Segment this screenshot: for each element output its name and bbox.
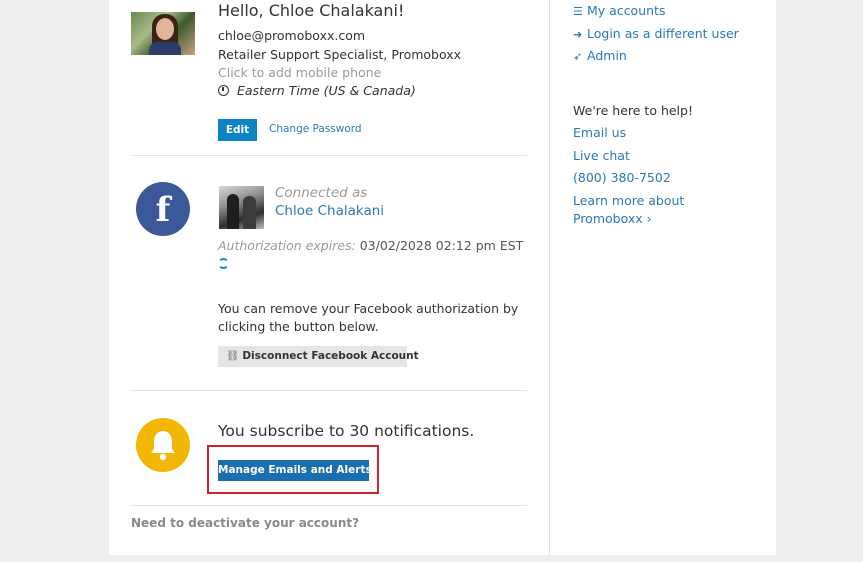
refresh-icon[interactable] bbox=[218, 258, 229, 269]
job-title: Retailer Support Specialist, Promoboxx bbox=[218, 47, 462, 62]
connected-as-label: Connected as bbox=[275, 185, 368, 201]
change-password-link[interactable]: Change Password bbox=[269, 123, 362, 135]
section-divider bbox=[131, 390, 527, 391]
list-icon: ☰ bbox=[573, 5, 583, 18]
notification-summary: You subscribe to 30 notifications. bbox=[218, 422, 475, 440]
login-different-user-link[interactable]: ➜ Login as a different user bbox=[573, 26, 739, 41]
disconnect-label: Disconnect Facebook Account bbox=[242, 350, 419, 362]
phone-link[interactable]: (800) 380-7502 bbox=[573, 170, 671, 185]
email-text: chloe@promoboxx.com bbox=[218, 28, 366, 43]
help-title: We're here to help! bbox=[573, 103, 693, 118]
learn-more-label: Promoboxx bbox=[573, 211, 643, 226]
facebook-name-link[interactable]: Chloe Chalakani bbox=[275, 203, 384, 219]
admin-label: Admin bbox=[587, 48, 627, 63]
learn-more-link-line1[interactable]: Learn more about bbox=[573, 193, 684, 208]
login-different-label: Login as a different user bbox=[587, 26, 739, 41]
sign-in-icon: ➜ bbox=[573, 28, 583, 41]
my-accounts-label: My accounts bbox=[587, 3, 666, 18]
add-mobile-phone[interactable]: Click to add mobile phone bbox=[218, 65, 381, 80]
manage-emails-alerts-button[interactable]: Manage Emails and Alerts bbox=[218, 460, 372, 481]
facebook-avatar bbox=[219, 186, 264, 229]
live-chat-link[interactable]: Live chat bbox=[573, 148, 630, 163]
admin-link[interactable]: ➶ Admin bbox=[573, 48, 627, 63]
bell-icon bbox=[136, 418, 190, 472]
disconnect-facebook-button[interactable]: ⛓ Disconnect Facebook Account bbox=[218, 346, 419, 367]
learn-more-link-line2[interactable]: Promoboxx › bbox=[573, 211, 652, 226]
timezone: Eastern Time (US & Canada) bbox=[218, 83, 416, 98]
clock-icon bbox=[218, 85, 229, 96]
column-divider bbox=[549, 0, 550, 555]
authorization-date: 03/02/2028 02:12 pm EST bbox=[359, 238, 524, 253]
deactivate-account-link[interactable]: Need to deactivate your account? bbox=[131, 516, 359, 530]
greeting: Hello, Chloe Chalakani! bbox=[218, 1, 405, 20]
authorization-label: Authorization expires: bbox=[218, 238, 356, 253]
chevron-right-icon: › bbox=[642, 211, 652, 226]
my-accounts-link[interactable]: ☰ My accounts bbox=[573, 3, 665, 18]
facebook-icon: f bbox=[136, 182, 190, 236]
remove-auth-text-line2: clicking the button below. bbox=[218, 319, 379, 334]
section-divider bbox=[131, 505, 527, 506]
timezone-label: Eastern Time (US & Canada) bbox=[237, 83, 416, 98]
remove-auth-text-line1: You can remove your Facebook authorizati… bbox=[218, 301, 519, 316]
rocket-icon: ➶ bbox=[573, 50, 583, 63]
section-divider bbox=[131, 155, 527, 156]
unlink-icon: ⛓ bbox=[226, 350, 240, 362]
authorization-expiry: Authorization expires: 03/02/2028 02:12 … bbox=[218, 238, 523, 253]
email-us-link[interactable]: Email us bbox=[573, 125, 626, 140]
avatar bbox=[131, 12, 195, 55]
edit-button[interactable]: Edit bbox=[218, 119, 257, 141]
